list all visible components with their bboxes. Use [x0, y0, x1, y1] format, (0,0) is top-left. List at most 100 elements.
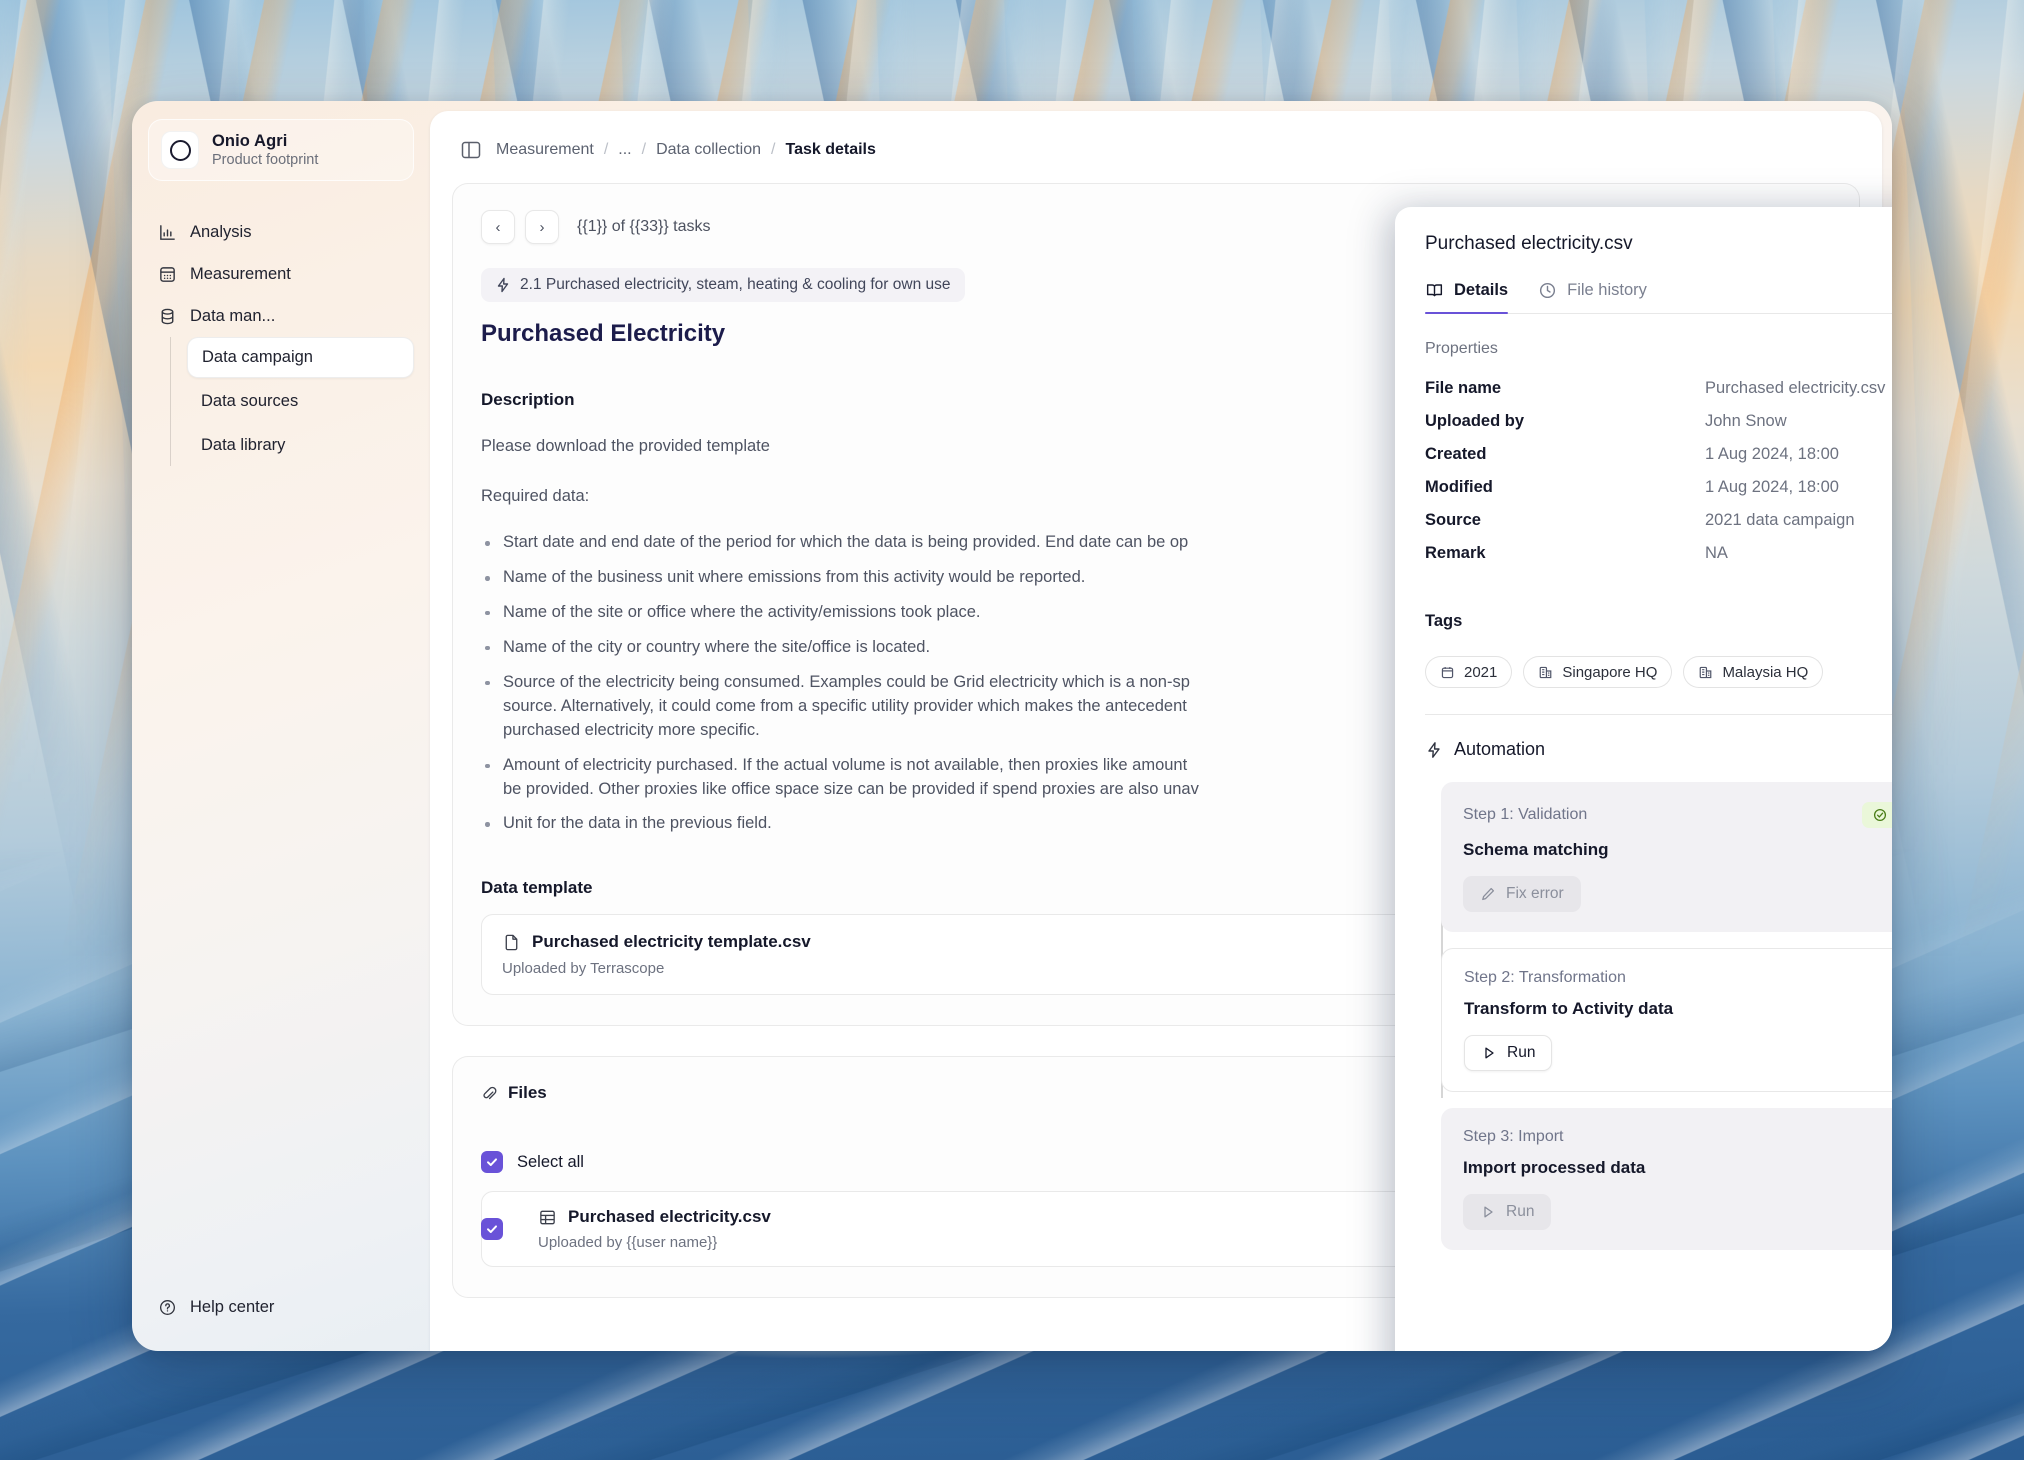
sidebar-item-data-campaign[interactable]: Data campaign: [187, 337, 414, 378]
tag-label: 2021: [1464, 663, 1498, 681]
fix-error-button[interactable]: Fix error: [1463, 876, 1581, 912]
calendar-icon: [1440, 665, 1455, 680]
sidebar-item-label: Data man...: [190, 306, 276, 325]
step-label: Step 3: Import: [1463, 1128, 1564, 1145]
bar-chart-icon: [158, 223, 177, 242]
task-category-label: 2.1 Purchased electricity, steam, heatin…: [520, 276, 951, 293]
property-key: Remark: [1425, 544, 1486, 562]
step-name: Import processed data: [1463, 1158, 1646, 1177]
breadcrumb-bar: Measurement / ... / Data collection / Ta…: [430, 111, 1882, 183]
detail-panel-body: Properties File name Purchased electrici…: [1395, 314, 1892, 1351]
run-transformation-button[interactable]: Run: [1464, 1035, 1553, 1071]
play-icon: [1480, 1204, 1496, 1220]
grid-calculator-icon: [158, 265, 177, 284]
file-icon: [502, 933, 521, 952]
property-key: Modified: [1425, 478, 1493, 496]
app-window: Onio Agri Product footprint Analysis Mea…: [132, 101, 1892, 1351]
play-icon: [1481, 1045, 1497, 1061]
step-label: Step 1: Validation: [1463, 806, 1588, 823]
sidebar-toggle-icon[interactable]: [460, 139, 482, 161]
tag-label: Singapore HQ: [1562, 663, 1658, 681]
breadcrumb-item-measurement[interactable]: Measurement: [496, 141, 594, 159]
properties-section: Properties File name Purchased electrici…: [1395, 314, 1892, 570]
automation-section: Automation Step 1: Validation Schema mat…: [1395, 715, 1892, 1250]
sidebar-subnav: Data campaign Data sources Data library: [170, 337, 414, 466]
breadcrumb-item-ellipsis[interactable]: ...: [618, 141, 631, 159]
table-file-icon: [538, 1208, 557, 1227]
sidebar-item-data-management[interactable]: Data man...: [148, 295, 414, 337]
book-icon: [1425, 281, 1444, 300]
property-row-file-name: File name Purchased electricity.csv: [1425, 372, 1892, 405]
file-name: Purchased electricity.csv: [568, 1207, 771, 1227]
sidebar: Onio Agri Product footprint Analysis Mea…: [132, 101, 430, 1351]
sidebar-item-label: Analysis: [190, 222, 252, 241]
property-value: NA: [1705, 544, 1728, 562]
automation-step-validation: Step 1: Validation Validated: [1441, 782, 1892, 932]
tag-malaysia-hq[interactable]: Malaysia HQ: [1683, 656, 1824, 688]
property-value: John Snow: [1705, 412, 1787, 430]
breadcrumb-separator: /: [603, 141, 609, 158]
org-switcher[interactable]: Onio Agri Product footprint: [148, 119, 414, 181]
question-circle-icon: [158, 1298, 177, 1317]
database-icon: [158, 307, 177, 326]
run-import-button[interactable]: Run: [1463, 1194, 1552, 1230]
sidebar-item-measurement[interactable]: Measurement: [148, 253, 414, 295]
step-label: Step 2: Transformation: [1464, 969, 1626, 986]
tags-title: Tags: [1425, 611, 1463, 630]
check-circle-icon: [1873, 808, 1887, 822]
building-icon: [1538, 665, 1553, 680]
task-count-label: {{1}} of {{33}} tasks: [577, 218, 711, 235]
step-name: Transform to Activity data: [1464, 999, 1674, 1018]
file-detail-panel: Purchased electricity.csv Details File h…: [1395, 207, 1892, 1351]
circle-outline-logo-icon: [161, 131, 199, 169]
breadcrumb-item-data-collection[interactable]: Data collection: [656, 141, 761, 159]
sidebar-item-data-sources[interactable]: Data sources: [187, 381, 414, 422]
clock-icon: [1538, 281, 1557, 300]
detail-panel-header: Purchased electricity.csv: [1395, 207, 1892, 255]
tag-2021[interactable]: 2021: [1425, 656, 1513, 688]
file-uploader: Uploaded by {{user name}}: [538, 1234, 718, 1252]
property-key: Created: [1425, 445, 1487, 463]
sidebar-item-analysis[interactable]: Analysis: [148, 211, 414, 253]
bolt-icon: [1425, 741, 1443, 759]
bolt-icon: [495, 277, 511, 293]
tag-label: Malaysia HQ: [1722, 663, 1809, 681]
property-row-uploaded-by: Uploaded by John Snow: [1425, 405, 1892, 438]
sidebar-footer: Help center: [148, 1290, 414, 1333]
properties-label: Properties: [1425, 340, 1498, 357]
template-file-name: Purchased electricity template.csv: [532, 932, 811, 952]
file-row-checkbox[interactable]: [481, 1218, 503, 1241]
property-key: File name: [1425, 379, 1502, 397]
breadcrumb-separator: /: [771, 141, 776, 158]
select-all-checkbox[interactable]: [481, 1151, 503, 1174]
sidebar-nav: Analysis Measurement Data man... Data ca…: [148, 211, 414, 466]
breadcrumb-separator: /: [641, 141, 647, 158]
org-subtitle: Product footprint: [212, 152, 319, 168]
tab-file-history[interactable]: File history: [1538, 281, 1647, 313]
desktop-background: Onio Agri Product footprint Analysis Mea…: [0, 0, 2024, 1460]
detail-panel-title: Purchased electricity.csv: [1425, 233, 1633, 254]
tab-details[interactable]: Details: [1425, 281, 1509, 314]
help-center-button[interactable]: Help center: [148, 1290, 414, 1325]
property-value: 1 Aug 2024, 18:00: [1705, 445, 1839, 463]
property-key: Uploaded by: [1425, 412, 1525, 430]
status-badge: Validated: [1861, 802, 1892, 828]
next-task-button[interactable]: ›: [525, 210, 559, 244]
paperclip-icon: [481, 1085, 498, 1102]
button-label: Fix error: [1506, 885, 1564, 902]
sidebar-item-data-library[interactable]: Data library: [187, 425, 414, 466]
property-row-remark: Remark NA: [1425, 537, 1892, 570]
tag-singapore-hq[interactable]: Singapore HQ: [1523, 656, 1673, 688]
automation-step-transformation: Step 2: Transformation Transform to Acti…: [1441, 948, 1892, 1092]
tag-list: 2021 Singapore HQ Malaysia HQ: [1425, 656, 1892, 688]
files-section-title: Files: [508, 1083, 547, 1103]
task-category-chip: 2.1 Purchased electricity, steam, heatin…: [481, 268, 965, 302]
detail-panel-tabs: Details File history: [1425, 281, 1892, 314]
org-name: Onio Agri: [212, 132, 288, 150]
automation-step-import: Step 3: Import Import processed data Run: [1441, 1108, 1892, 1250]
previous-task-button[interactable]: ‹: [481, 210, 515, 244]
property-value: 1 Aug 2024, 18:00: [1705, 478, 1839, 496]
step-name: Schema matching: [1463, 840, 1609, 859]
automation-steps: Step 1: Validation Validated: [1425, 782, 1892, 1250]
help-center-label: Help center: [190, 1298, 275, 1316]
